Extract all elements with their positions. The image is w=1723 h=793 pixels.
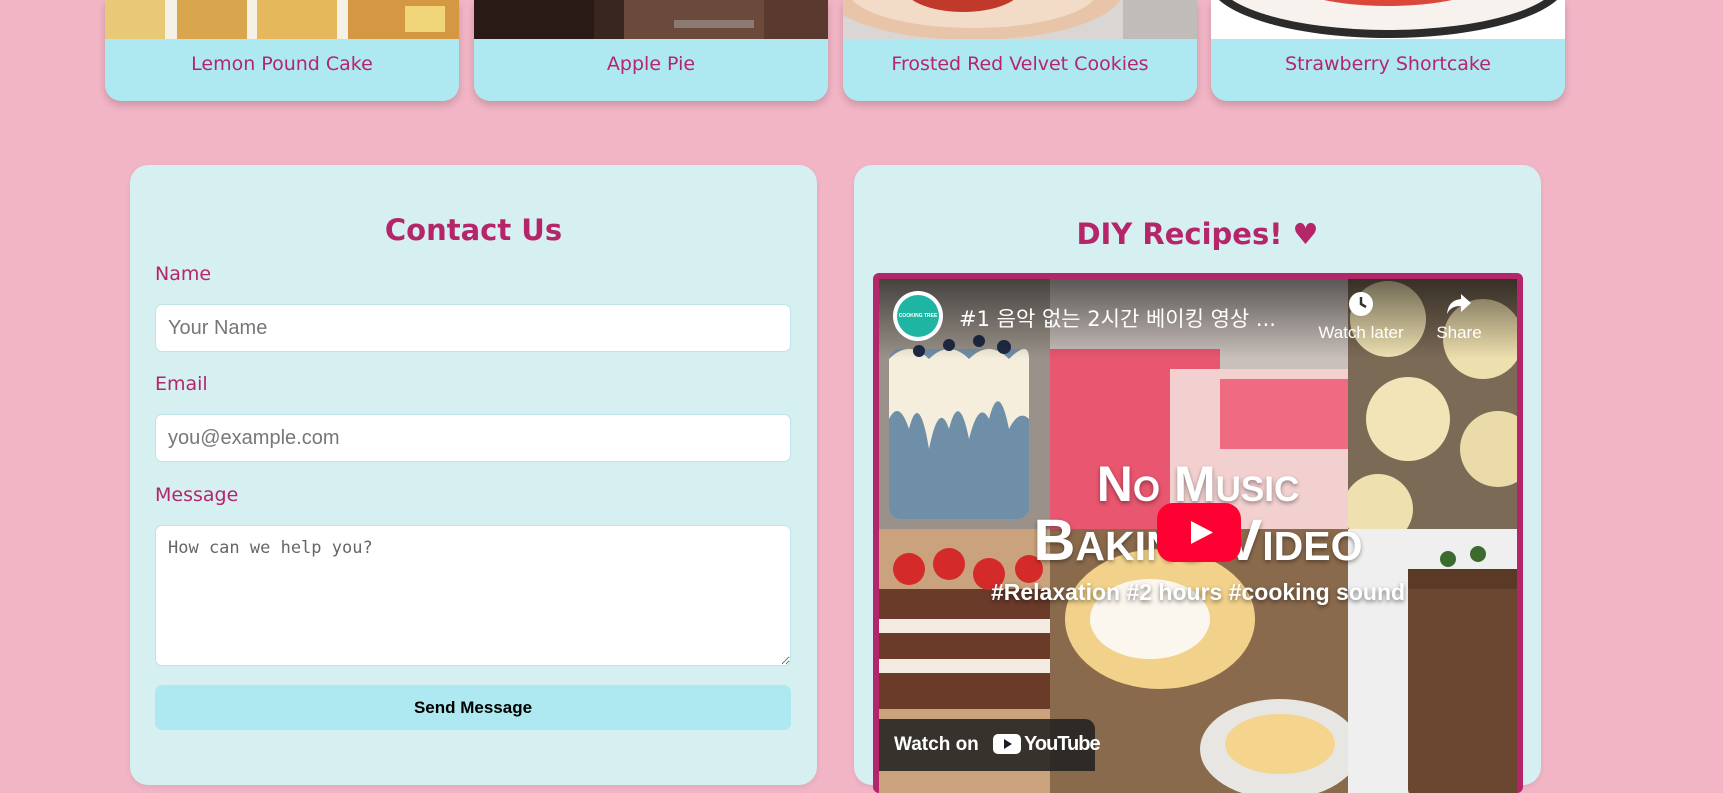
- watch-later-button[interactable]: Watch later: [1311, 291, 1411, 343]
- play-icon: [1191, 521, 1213, 544]
- name-field[interactable]: [155, 304, 791, 352]
- apple-pie-image: [474, 0, 828, 39]
- share-button[interactable]: Share: [1419, 291, 1499, 343]
- recipe-card-frosted-red-velvet-cookies[interactable]: Frosted Red Velvet Cookies: [843, 0, 1197, 101]
- diy-recipes-panel: DIY Recipes! ♥ COOKING TREE #1 음악 없는 2시간…: [854, 165, 1541, 793]
- diy-title: DIY Recipes! ♥: [1076, 217, 1319, 251]
- contact-panel: Contact Us Name Email Message Send Messa…: [130, 165, 817, 785]
- name-label: Name: [155, 263, 212, 285]
- strawberry-shortcake-image: [1211, 0, 1565, 39]
- recipe-card-lemon-pound-cake[interactable]: Lemon Pound Cake: [105, 0, 459, 101]
- red-velvet-cookies-image: [843, 0, 1197, 39]
- video-overlay-tags: #Relaxation #2 hours #cooking sound: [990, 579, 1406, 605]
- email-field[interactable]: [155, 414, 791, 462]
- youtube-label: YouTube: [1024, 733, 1101, 755]
- channel-logo-text: COOKING TREE: [897, 295, 939, 337]
- clock-icon: [1349, 292, 1373, 316]
- recipe-card-apple-pie[interactable]: Apple Pie: [474, 0, 828, 101]
- recipe-card-strawberry-shortcake[interactable]: Strawberry Shortcake: [1211, 0, 1565, 101]
- recipe-card-label: Apple Pie: [606, 53, 696, 75]
- recipe-card-label: Lemon Pound Cake: [191, 53, 373, 75]
- video-title[interactable]: #1 음악 없는 2시간 베이킹 영상 ...: [959, 303, 1276, 333]
- message-field[interactable]: [155, 525, 791, 666]
- youtube-video-player[interactable]: COOKING TREE #1 음악 없는 2시간 베이킹 영상 ... Wat…: [879, 279, 1517, 793]
- contact-title: Contact Us: [384, 213, 563, 247]
- recipe-card-label: Strawberry Shortcake: [1285, 53, 1491, 75]
- watch-on-label: Watch on: [894, 734, 979, 755]
- lemon-pound-cake-image: [105, 0, 459, 39]
- watch-on-youtube-button[interactable]: Watch on YouTube: [879, 719, 1101, 771]
- watch-later-label: Watch later: [1318, 323, 1404, 342]
- send-message-button[interactable]: Send Message: [155, 685, 791, 730]
- share-icon: [1447, 294, 1471, 314]
- share-label: Share: [1436, 323, 1482, 342]
- channel-avatar[interactable]: COOKING TREE: [893, 291, 943, 341]
- play-button[interactable]: [1157, 503, 1241, 562]
- video-embed-frame: COOKING TREE #1 음악 없는 2시간 베이킹 영상 ... Wat…: [873, 273, 1523, 793]
- recipe-card-label: Frosted Red Velvet Cookies: [891, 53, 1149, 75]
- message-label: Message: [155, 484, 239, 506]
- email-label: Email: [155, 373, 208, 395]
- youtube-logo-icon: [993, 734, 1021, 754]
